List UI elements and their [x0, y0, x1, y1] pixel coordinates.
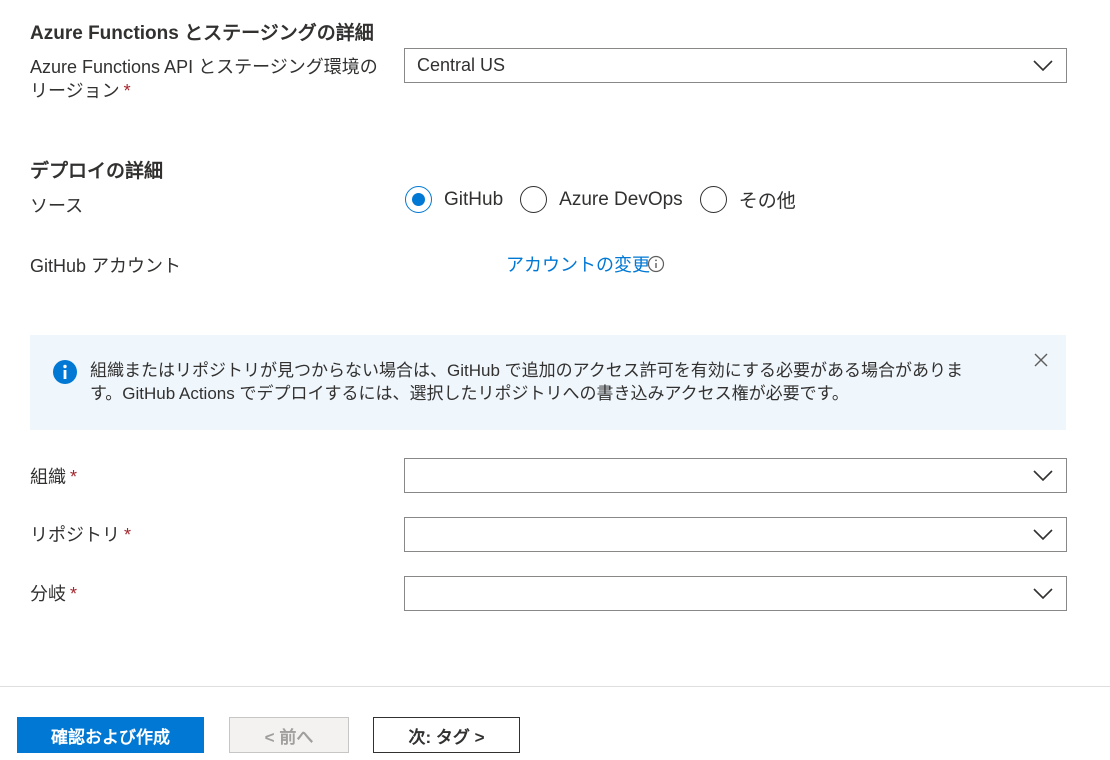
- source-radio-other[interactable]: その他: [699, 186, 796, 213]
- change-account-link[interactable]: アカウントの変更: [506, 251, 650, 277]
- required-marker: *: [123, 81, 131, 101]
- chevron-down-icon: [1033, 587, 1053, 599]
- info-banner: 組織またはリポジトリが見つからない場合は、GitHub で追加のアクセス許可を有…: [30, 335, 1066, 430]
- functions-section-title: Azure Functions とステージングの詳細: [30, 23, 374, 44]
- source-label: ソース: [30, 196, 84, 216]
- region-label: Azure Functions API とステージング環境の リージョン *: [30, 55, 378, 103]
- chevron-down-icon: [1033, 59, 1053, 71]
- deploy-section-title: デプロイの詳細: [30, 161, 164, 182]
- region-label-line1: Azure Functions API とステージング環境の: [30, 57, 378, 77]
- github-account-label: GitHub アカウント: [30, 256, 182, 276]
- chevron-down-icon: [1033, 528, 1053, 540]
- repo-label-text: リポジトリ: [30, 525, 120, 545]
- org-label: 組織 *: [30, 465, 77, 489]
- source-radio-github[interactable]: GitHub: [405, 186, 503, 213]
- close-icon[interactable]: [1032, 351, 1050, 369]
- required-marker: *: [124, 525, 132, 545]
- source-radio-group: GitHub Azure DevOps その他: [405, 186, 813, 213]
- info-banner-text: 組織またはリポジトリが見つからない場合は、GitHub で追加のアクセス許可を有…: [90, 361, 963, 403]
- org-dropdown[interactable]: [404, 458, 1067, 493]
- region-dropdown[interactable]: Central US: [404, 48, 1067, 83]
- branch-label-text: 分岐: [30, 584, 66, 604]
- required-marker: *: [70, 584, 78, 604]
- source-radio-azure-devops[interactable]: Azure DevOps: [520, 186, 683, 213]
- previous-button[interactable]: < 前へ: [229, 717, 349, 753]
- branch-dropdown[interactable]: [404, 576, 1067, 611]
- next-tags-button[interactable]: 次: タグ >: [373, 717, 520, 753]
- footer-divider: [0, 686, 1110, 687]
- source-radio-other-label: その他: [738, 191, 796, 212]
- source-radio-azure-devops-label: Azure DevOps: [559, 188, 683, 210]
- branch-label: 分岐 *: [30, 582, 77, 606]
- info-filled-icon: [53, 360, 77, 384]
- radio-circle[interactable]: [520, 186, 548, 213]
- info-icon[interactable]: [647, 255, 665, 273]
- review-create-button[interactable]: 確認および作成: [17, 717, 204, 753]
- source-radio-github-label: GitHub: [444, 188, 504, 210]
- radio-circle-checked[interactable]: [405, 186, 432, 213]
- repo-dropdown[interactable]: [404, 517, 1067, 552]
- create-static-web-app-page: Azure Functions とステージングの詳細 Azure Functio…: [0, 0, 1110, 760]
- chevron-down-icon: [1033, 469, 1053, 481]
- region-dropdown-value: Central US: [417, 55, 506, 75]
- radio-circle[interactable]: [699, 186, 727, 213]
- org-label-text: 組織: [30, 467, 66, 487]
- repo-label: リポジトリ *: [30, 523, 131, 547]
- required-marker: *: [70, 467, 78, 487]
- region-label-line2: リージョン: [30, 81, 120, 101]
